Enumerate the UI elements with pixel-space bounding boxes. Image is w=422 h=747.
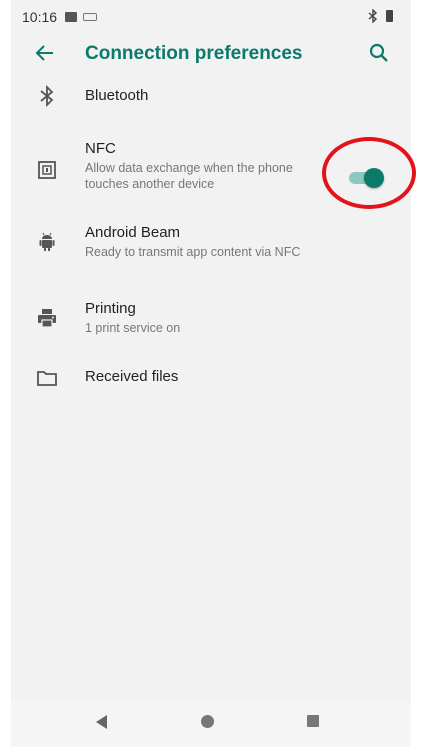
status-left: 10:16 [22,9,98,25]
nav-home-icon[interactable] [201,715,214,728]
navigation-bar [11,699,411,747]
item-subtitle: Allow data exchange when the phone touch… [85,161,293,191]
nav-recents-icon[interactable] [307,715,319,727]
back-arrow-icon[interactable] [33,41,57,65]
printer-icon [38,309,56,328]
nfc-icon [38,161,56,179]
status-time: 10:16 [22,9,58,25]
bluetooth-status-icon [368,9,378,23]
item-label: NFC [85,140,116,157]
list-item-printing[interactable]: Printing 1 print service on [11,300,411,368]
toggle-thumb [364,168,384,188]
list-item-bluetooth[interactable]: Bluetooth [11,82,411,140]
bluetooth-icon [40,84,54,108]
item-label: Received files [85,368,179,385]
item-subtitle: Ready to transmit app content via NFC [85,245,301,259]
android-icon [39,232,55,251]
list-item-nfc[interactable]: NFC Allow data exchange when the phone t… [11,140,411,224]
status-right [368,9,393,23]
nfc-toggle[interactable] [346,167,384,188]
status-bar: 10:16 [11,0,411,34]
item-label: Bluetooth [85,87,149,104]
folder-icon [37,371,57,386]
page-title: Connection preferences [85,43,303,64]
item-label: Android Beam [85,224,181,241]
item-subtitle: 1 print service on [85,321,181,335]
list-item-android-beam[interactable]: Android Beam Ready to transmit app conte… [11,224,411,300]
keyboard-icon [83,13,98,21]
settings-screen: 10:16 Connection preferences Bluetooth N… [11,0,411,747]
notification-icon [65,12,78,22]
item-label: Printing [85,300,136,317]
list-item-received-files[interactable]: Received files [11,368,411,418]
settings-list: Bluetooth NFC Allow data exchange when t… [11,82,411,418]
app-bar: Connection preferences [11,34,411,74]
battery-icon [386,10,393,22]
search-icon[interactable] [367,41,391,65]
nav-back-icon[interactable] [96,715,107,729]
